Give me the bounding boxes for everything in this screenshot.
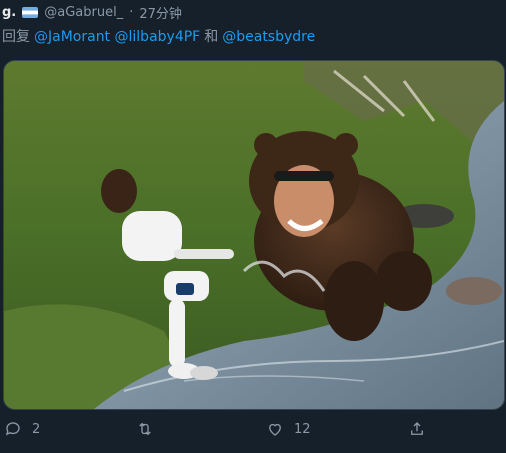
share-button[interactable] (408, 420, 436, 438)
reply-label: 回复 (2, 29, 30, 45)
mention-link[interactable]: @beatsbydre (222, 29, 315, 45)
reply-context: 回复 @JaMorant @lilbaby4PF 和 @beatsbydre (2, 26, 315, 46)
tweet-actions: 2 12 (0, 420, 506, 446)
separator: · (129, 4, 134, 20)
flag-icon (22, 6, 39, 18)
reply-count: 2 (32, 421, 41, 437)
retweet-button[interactable] (136, 420, 164, 438)
reply-icon (5, 422, 20, 436)
mention-conjunction: 和 (204, 29, 219, 45)
tweet-media-image[interactable] (3, 60, 505, 410)
user-handle[interactable]: @aGabruel_ (44, 5, 123, 20)
reply-button[interactable]: 2 (4, 420, 40, 438)
display-name[interactable]: g. (2, 5, 16, 20)
mention-link[interactable]: @JaMorant (34, 29, 110, 45)
mention-link[interactable]: @lilbaby4PF (115, 29, 201, 45)
tweet-header: g. @aGabruel_ · 27分钟 (2, 2, 182, 22)
tweet-card[interactable]: g. @aGabruel_ · 27分钟 回复 @JaMorant @lilbab… (0, 0, 506, 453)
retweet-icon (139, 422, 151, 436)
like-count: 12 (294, 421, 311, 437)
share-icon (411, 422, 423, 435)
like-button[interactable]: 12 (266, 420, 311, 438)
timestamp[interactable]: 27分钟 (139, 3, 182, 22)
heart-icon (269, 423, 281, 436)
